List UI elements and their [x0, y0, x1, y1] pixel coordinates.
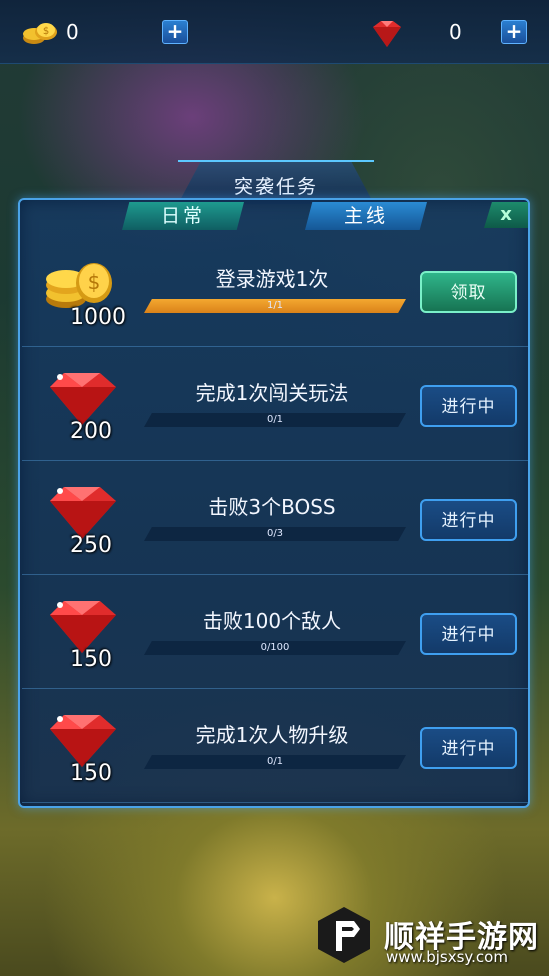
in-progress-button[interactable]: 进行中: [420, 727, 517, 769]
add-coins-button[interactable]: +: [162, 20, 188, 44]
quest-row: 200 完成1次闯关玩法 0/1 进行中: [22, 349, 528, 461]
quest-name: 登录游戏1次: [215, 267, 329, 291]
quest-row: $1000 登录游戏1次 1/1 领取: [22, 235, 528, 347]
progress-text: 0/3: [266, 528, 284, 539]
quest-row: 150 击败100个敌人 0/100 进行中: [22, 577, 528, 689]
coin-stack-icon: $: [46, 263, 112, 308]
in-progress-button[interactable]: 进行中: [420, 499, 517, 541]
tab-main[interactable]: 主线: [305, 202, 427, 230]
quest-name: 完成1次闯关玩法: [195, 381, 349, 405]
panel-title: 突袭任务: [233, 176, 318, 198]
quest-name: 击败100个敌人: [202, 609, 342, 633]
quest-row: 150 完成1次人物升级 0/1 进行中: [22, 691, 528, 803]
progress-text: 0/100: [260, 642, 290, 653]
watermark-logo: [318, 907, 370, 963]
tab-daily[interactable]: 日常: [122, 202, 244, 230]
gem-icon: [50, 487, 116, 539]
coin-stack-icon: $: [23, 23, 57, 44]
reward-amount: 150: [70, 647, 112, 672]
in-progress-button[interactable]: 进行中: [420, 385, 517, 427]
currency-bar: $ 0 + 0 +: [0, 0, 549, 64]
quest-row: 250 击败3个BOSS 0/3 进行中: [22, 463, 528, 575]
reward-amount: 1000: [70, 305, 126, 330]
gem-icon: [373, 21, 401, 47]
svg-text:$: $: [88, 270, 101, 294]
add-gems-button[interactable]: +: [501, 20, 527, 44]
title-divider: [178, 160, 374, 162]
coin-count: 0: [66, 20, 79, 44]
gem-count: 0: [449, 20, 462, 44]
claim-button[interactable]: 领取: [420, 271, 517, 313]
gem-icon: [50, 373, 116, 425]
quest-name: 完成1次人物升级: [195, 723, 349, 747]
reward-amount: 150: [70, 761, 112, 786]
svg-text:$: $: [43, 26, 49, 37]
reward-amount: 200: [70, 419, 112, 444]
progress-text: 0/1: [266, 756, 284, 767]
in-progress-button[interactable]: 进行中: [420, 613, 517, 655]
watermark-url: www.bjsxsy.com: [386, 948, 508, 966]
progress-text: 0/1: [266, 414, 284, 425]
quest-name: 击败3个BOSS: [208, 495, 336, 519]
progress-text: 1/1: [266, 300, 284, 311]
gem-icon: [50, 601, 116, 653]
gem-icon: [50, 715, 116, 767]
reward-amount: 250: [70, 533, 112, 558]
